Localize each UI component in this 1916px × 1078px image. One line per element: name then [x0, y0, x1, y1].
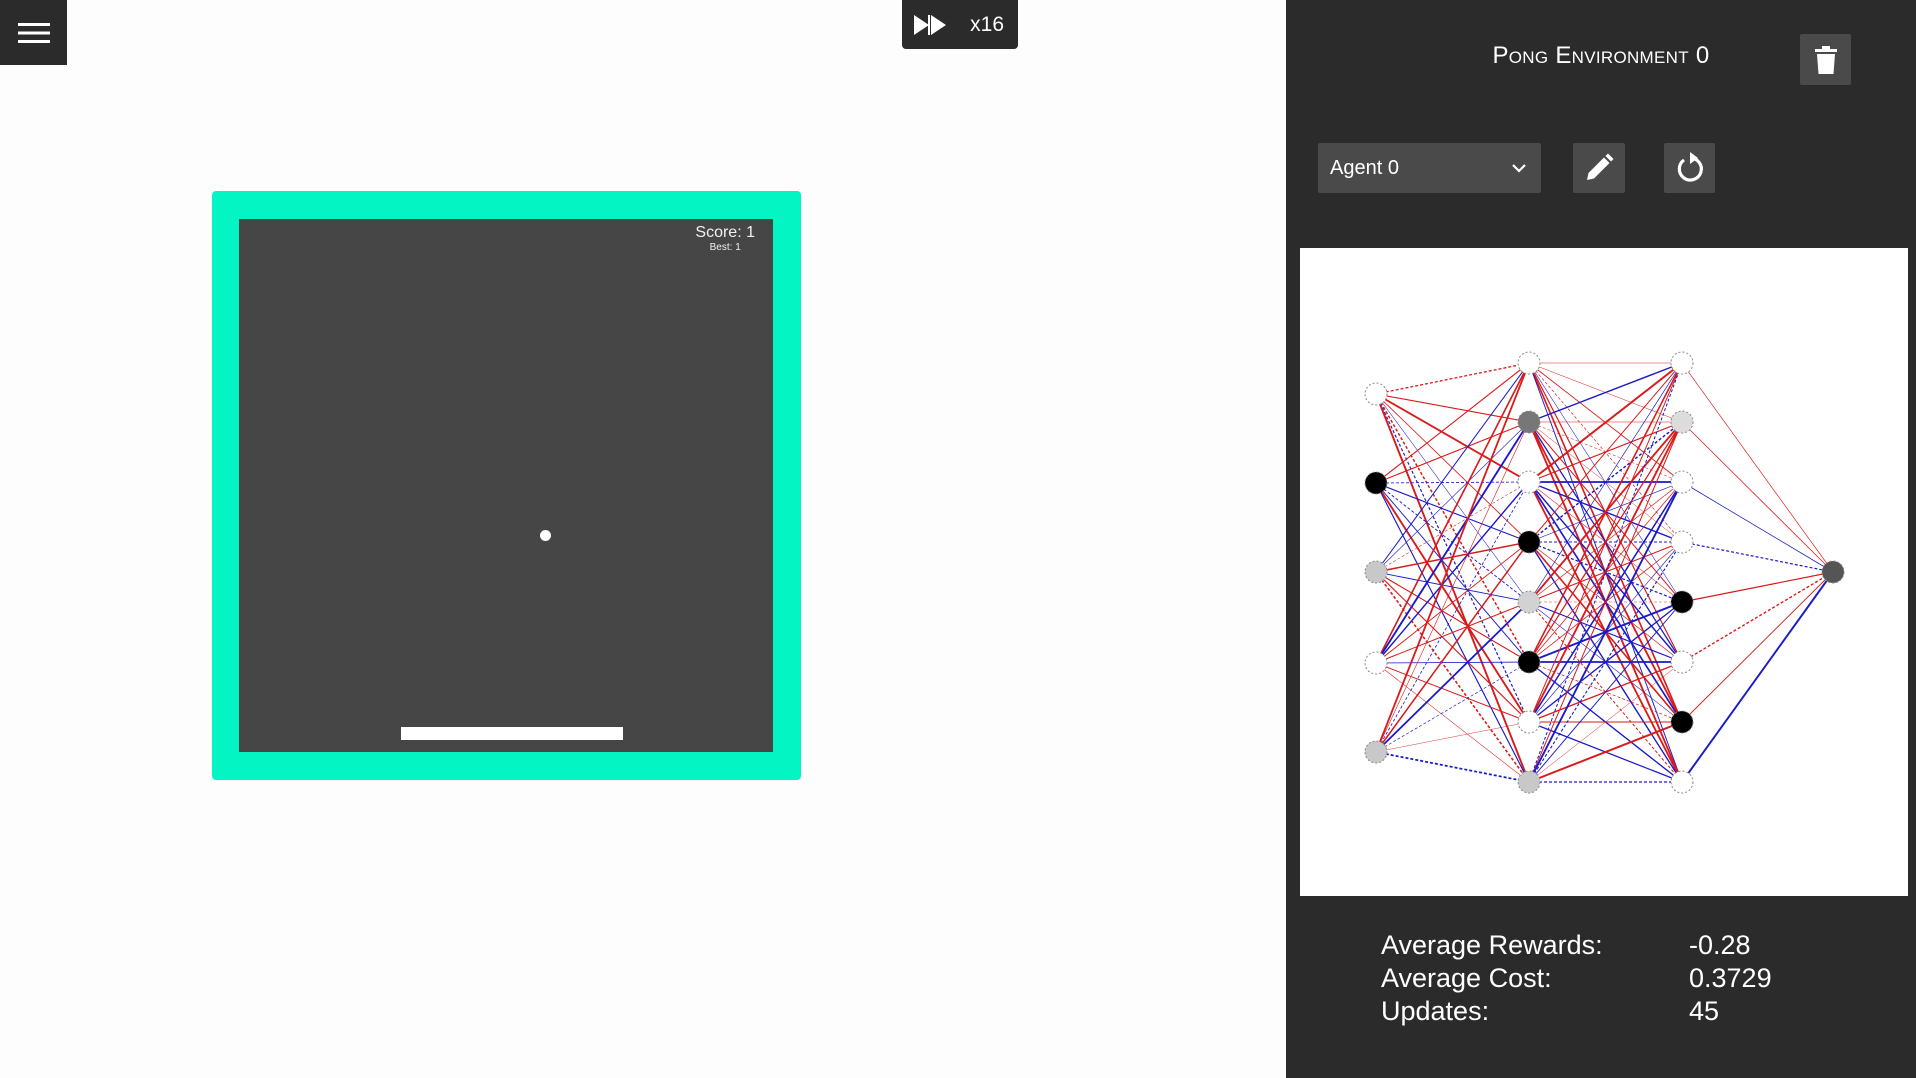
best-score-label: Best: 1: [709, 242, 741, 253]
stat-row-updates: Updates: 45: [1381, 995, 1772, 1028]
network-node: [1517, 710, 1541, 734]
network-edge: [1681, 571, 1834, 723]
network-node: [1821, 560, 1845, 584]
network-edge: [1375, 362, 1530, 753]
network-node: [1670, 470, 1694, 494]
score-display: Score: 1 Best: 1: [695, 225, 755, 253]
environment-panel: Pong Environment 0 Agent 0 Average Rewar…: [1286, 0, 1916, 1078]
network-node: [1670, 590, 1694, 614]
network-node: [1364, 471, 1388, 495]
refresh-icon: [1677, 152, 1703, 182]
network-node: [1364, 382, 1388, 406]
network-edge: [1375, 601, 1530, 753]
network-edge: [1681, 571, 1834, 603]
stat-value: 45: [1689, 996, 1720, 1026]
stat-label: Updates:: [1381, 996, 1490, 1026]
network-edge: [1681, 362, 1834, 573]
network-node: [1670, 770, 1694, 794]
network-node: [1670, 650, 1694, 674]
network-node: [1517, 351, 1541, 375]
edit-agent-button[interactable]: [1573, 143, 1625, 193]
network-node: [1670, 710, 1694, 734]
pong-ball: [540, 530, 551, 541]
network-graph: [1364, 351, 1845, 794]
network-edge: [1681, 481, 1834, 573]
network-edge: [1375, 481, 1530, 484]
stat-label: Average Rewards:: [1381, 930, 1603, 960]
network-node: [1670, 410, 1694, 434]
pong-game-area: Score: 1 Best: 1: [239, 219, 773, 752]
stat-value: 0.3729: [1689, 963, 1772, 993]
network-edge: [1375, 661, 1530, 664]
network-edge: [1375, 601, 1530, 664]
network-node: [1364, 740, 1388, 764]
speed-label: x16: [970, 12, 1004, 36]
network-edge: [1375, 751, 1530, 783]
network-edge: [1375, 362, 1530, 395]
score-label: Score: 1: [695, 224, 755, 241]
network-visualization: [1300, 248, 1908, 896]
stat-value: -0.28: [1689, 930, 1751, 960]
trash-icon: [1814, 45, 1837, 74]
agent-select[interactable]: Agent 0: [1318, 143, 1541, 193]
stat-row-average-cost: Average Cost: 0.3729: [1381, 962, 1772, 995]
network-node: [1670, 351, 1694, 375]
network-node: [1517, 470, 1541, 494]
network-node: [1364, 560, 1388, 584]
network-edge: [1375, 393, 1530, 603]
pong-paddle: [401, 727, 623, 740]
network-edge: [1375, 541, 1530, 664]
network-node: [1517, 530, 1541, 554]
menu-button[interactable]: [0, 0, 67, 65]
training-stats: Average Rewards: -0.28 Average Cost: 0.3…: [1381, 929, 1772, 1028]
speed-control-button[interactable]: x16: [902, 0, 1018, 49]
network-node: [1517, 650, 1541, 674]
network-edge: [1681, 571, 1834, 663]
game-frame: Score: 1 Best: 1: [212, 191, 801, 780]
network-node: [1517, 770, 1541, 794]
network-edge: [1681, 541, 1834, 573]
network-node: [1670, 530, 1694, 554]
network-edge: [1375, 661, 1530, 753]
reset-agent-button[interactable]: [1664, 143, 1715, 193]
stat-label: Average Cost:: [1381, 963, 1552, 993]
network-edge: [1375, 421, 1530, 664]
network-edge: [1681, 421, 1834, 573]
network-node: [1364, 651, 1388, 675]
network-edge: [1681, 571, 1834, 783]
network-node: [1517, 410, 1541, 434]
network-node: [1517, 590, 1541, 614]
fast-forward-icon: [914, 14, 946, 35]
hamburger-menu-icon: [17, 22, 50, 43]
network-edge: [1375, 362, 1530, 573]
chevron-down-icon: [1512, 164, 1526, 173]
network-edge: [1375, 421, 1530, 753]
agent-select-value: Agent 0: [1330, 156, 1399, 179]
delete-environment-button[interactable]: [1800, 34, 1851, 85]
pencil-icon: [1587, 153, 1614, 180]
stat-row-average-rewards: Average Rewards: -0.28: [1381, 929, 1772, 962]
